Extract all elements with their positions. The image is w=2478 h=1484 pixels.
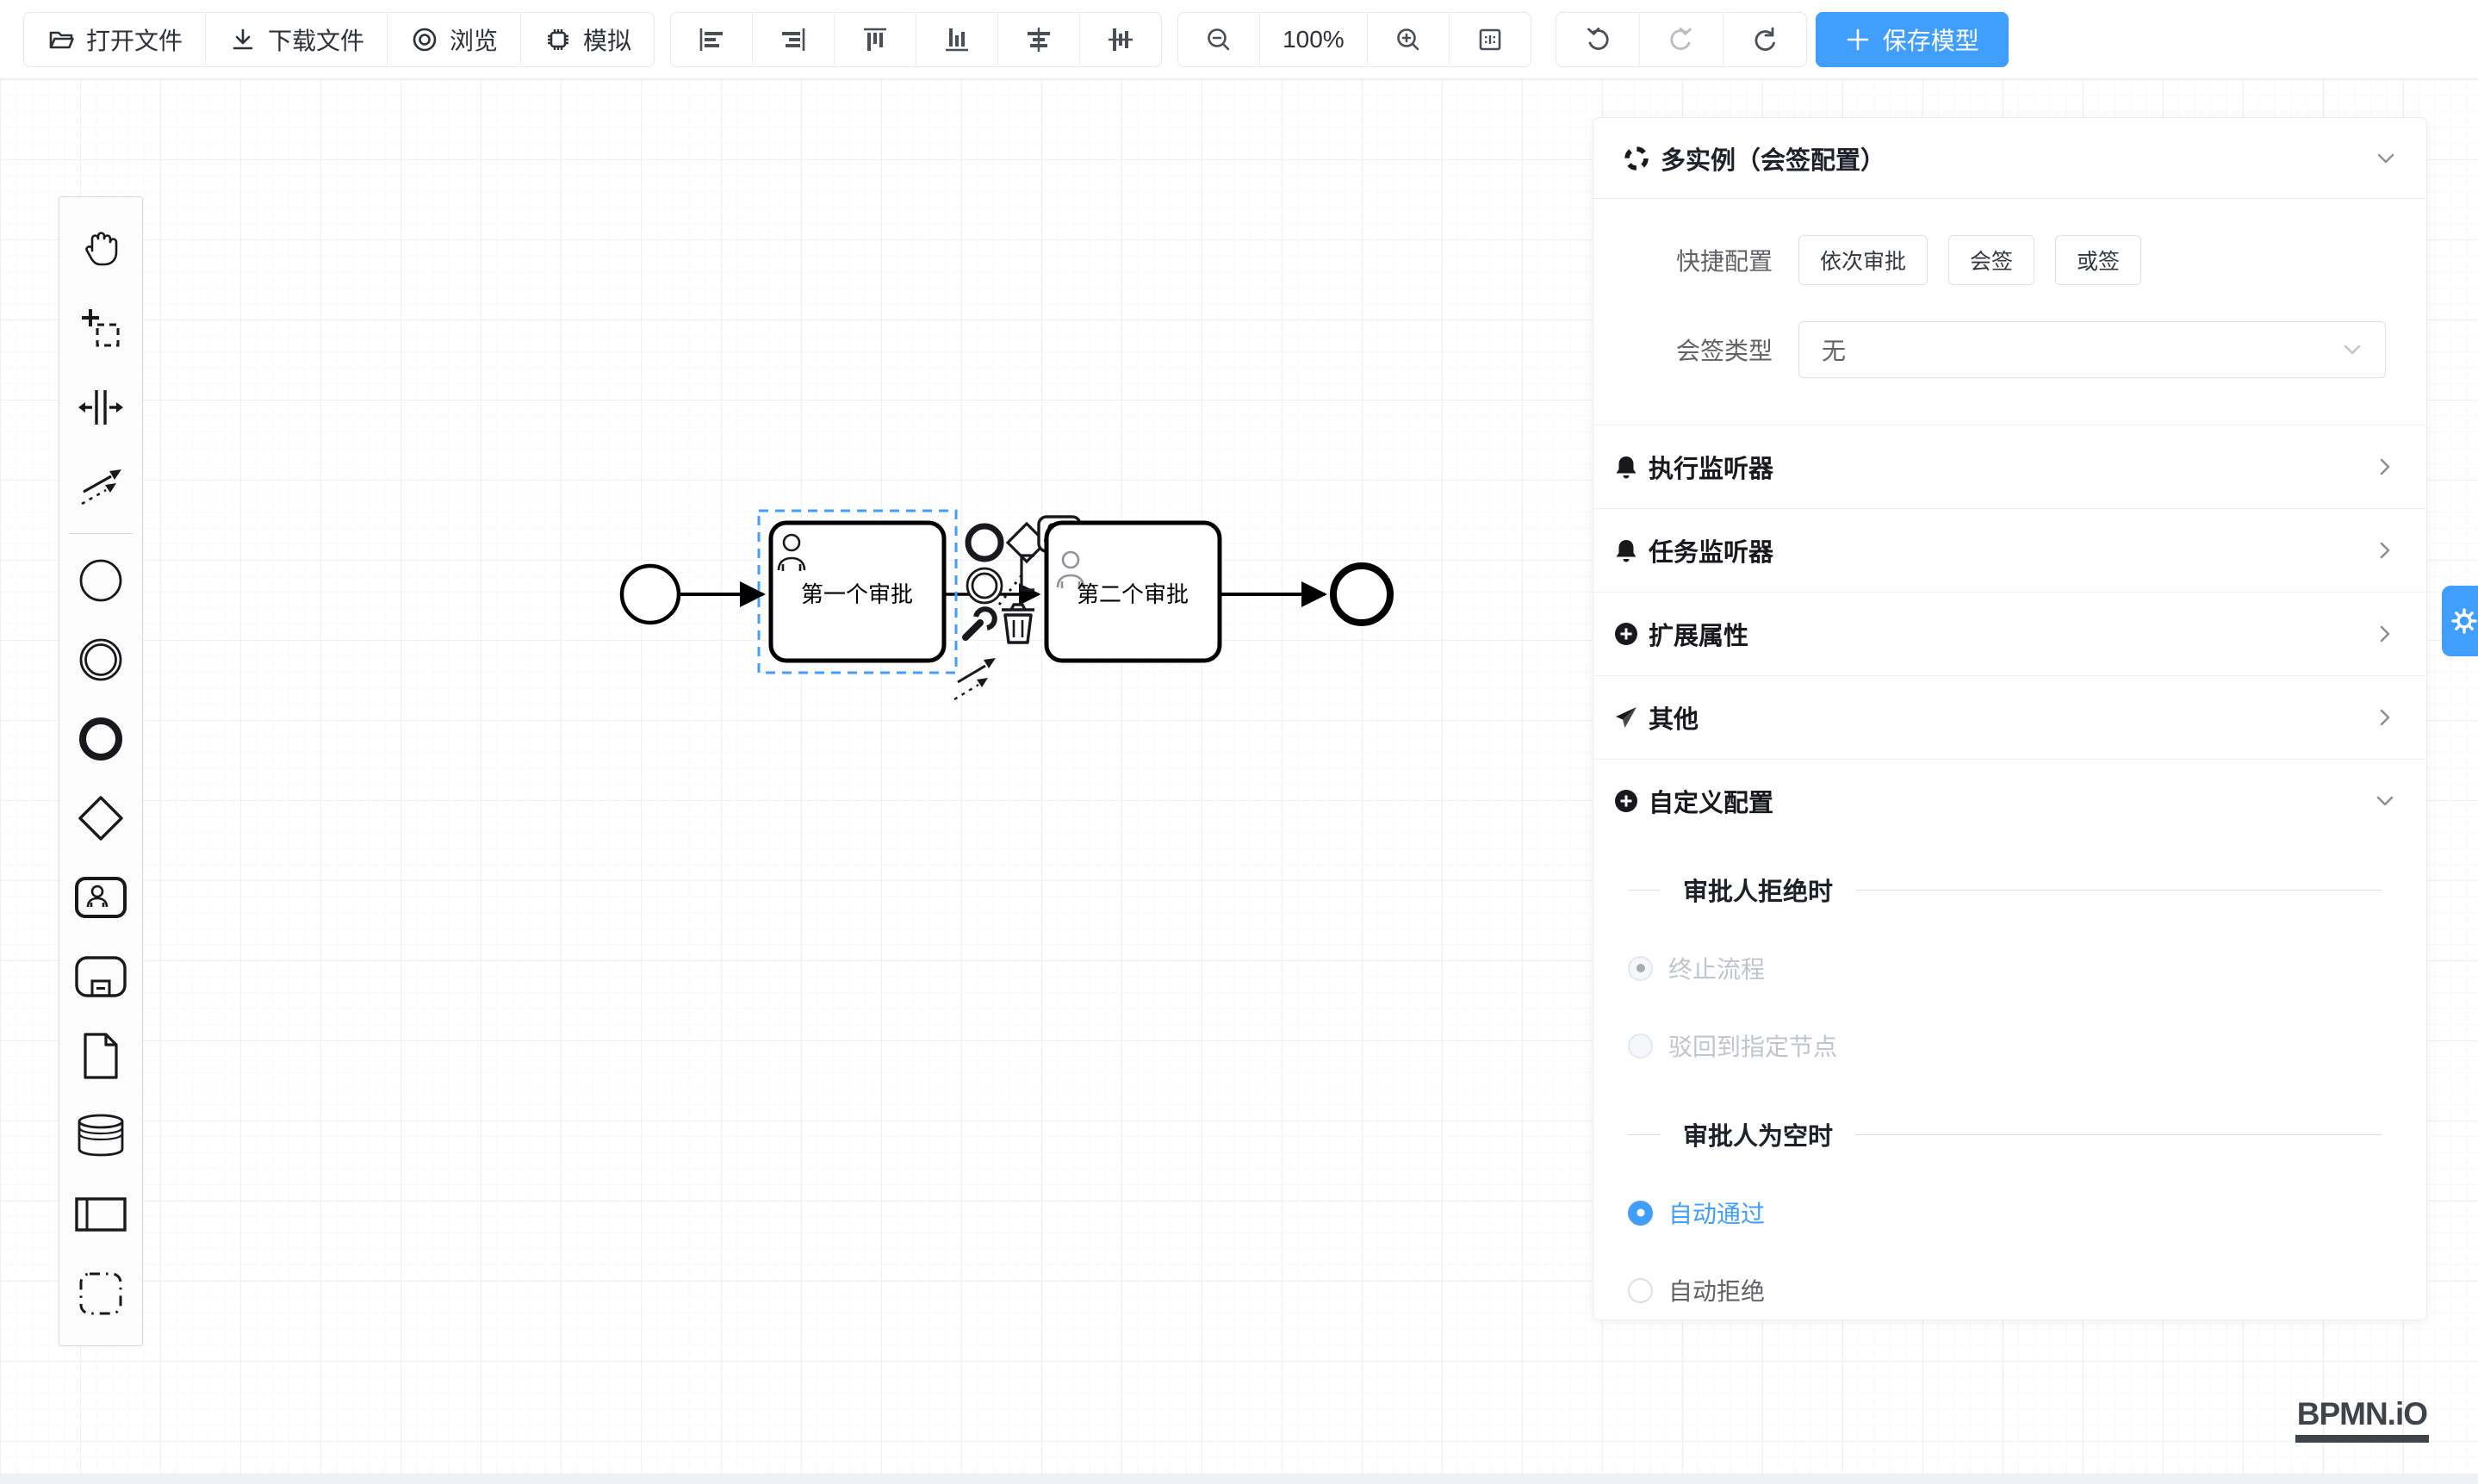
empty-divider-title: 审批人为空时 [1683, 1116, 1833, 1152]
chevron-right-icon [2375, 456, 2395, 477]
chevron-down-icon [2375, 791, 2395, 811]
plus-circle-icon [1612, 787, 1640, 815]
section-label: 其他 [1649, 699, 1699, 736]
append-text-annotation-icon[interactable] [999, 556, 1034, 605]
append-end-event-icon[interactable] [968, 526, 1001, 559]
start-event-shape[interactable] [622, 566, 679, 623]
radio-icon [1628, 1034, 1653, 1059]
radio-label: 自动拒绝 [1668, 1273, 1765, 1307]
user-task-1[interactable]: 第一个审批 [771, 523, 944, 661]
trash-icon[interactable] [1002, 605, 1034, 643]
multi-instance-icon [1623, 145, 1650, 172]
section-label: 执行监听器 [1649, 449, 1773, 485]
quick-config-buttons: 依次审批 会签 或签 [1798, 235, 2141, 285]
chevron-right-icon [2375, 540, 2395, 561]
radio-icon [1628, 956, 1653, 981]
properties-panel: 多实例（会签配置） 快捷配置 依次审批 会签 或签 会签类型 无 [1593, 117, 2427, 1320]
sign-type-label: 会签类型 [1593, 332, 1773, 367]
empty-divider: 审批人为空时 [1628, 1116, 2382, 1152]
chevron-down-icon [2342, 339, 2363, 360]
quick-config-row: 快捷配置 依次审批 会签 或签 [1593, 235, 2426, 285]
connect-tool-icon[interactable] [954, 658, 996, 699]
quick-config-label: 快捷配置 [1593, 243, 1773, 277]
chevron-down-icon [2375, 147, 2397, 170]
bpmn-editor: 打开文件 下载文件 浏览 模拟 [0, 0, 2478, 1484]
plus-circle-icon [1612, 620, 1640, 648]
section-label: 自定义配置 [1649, 783, 1773, 819]
panel-sections: 执行监听器 任务监听器 扩展属性 [1593, 425, 2426, 842]
sign-type-value: 无 [1822, 332, 1846, 367]
append-intermediate-event-icon[interactable] [967, 568, 1002, 603]
user-task-2[interactable]: 第二个审批 [1046, 523, 1220, 661]
panel-title: 多实例（会签配置） [1661, 140, 1885, 177]
section-execution-listener[interactable]: 执行监听器 [1593, 425, 2426, 508]
settings-toggle-tab[interactable] [2442, 586, 2478, 656]
radio-icon [1628, 1278, 1653, 1303]
reject-divider: 审批人拒绝时 [1628, 872, 2382, 908]
countersign-button[interactable]: 会签 [1948, 235, 2034, 285]
section-label: 任务监听器 [1649, 532, 1773, 568]
section-custom-config[interactable]: 自定义配置 [1593, 759, 2426, 842]
radio-label: 自动通过 [1668, 1195, 1765, 1230]
section-other[interactable]: 其他 [1593, 675, 2426, 759]
radio-auto-pass[interactable]: 自动通过 [1628, 1195, 2382, 1230]
radio-terminate-process[interactable]: 终止流程 [1628, 951, 2382, 985]
wrench-icon[interactable] [966, 609, 995, 637]
end-event-shape[interactable] [1333, 566, 1390, 623]
chevron-right-icon [2375, 624, 2395, 644]
radio-label: 终止流程 [1668, 951, 1765, 985]
task2-label: 第二个审批 [1077, 581, 1189, 607]
radio-icon [1628, 1201, 1653, 1226]
radio-auto-reject[interactable]: 自动拒绝 [1628, 1273, 2382, 1307]
bpmn-io-logo[interactable]: BPMN.iO [2295, 1396, 2429, 1443]
chevron-right-icon [2375, 707, 2395, 728]
section-extended-properties[interactable]: 扩展属性 [1593, 592, 2426, 675]
sign-type-row: 会签类型 无 [1593, 321, 2426, 378]
radio-label: 驳回到指定节点 [1668, 1028, 1837, 1063]
section-label: 扩展属性 [1649, 616, 1748, 652]
reject-divider-title: 审批人拒绝时 [1683, 872, 1833, 908]
panel-header[interactable]: 多实例（会签配置） [1593, 118, 2426, 199]
or-sign-button[interactable]: 或签 [2055, 235, 2141, 285]
section-task-listener[interactable]: 任务监听器 [1593, 508, 2426, 592]
radio-return-to-node[interactable]: 驳回到指定节点 [1628, 1028, 2382, 1063]
bell-icon [1612, 537, 1640, 564]
sign-type-select[interactable]: 无 [1798, 321, 2386, 378]
send-icon [1612, 704, 1640, 731]
sequential-approval-button[interactable]: 依次审批 [1798, 235, 1928, 285]
custom-config-content: 审批人拒绝时 终止流程 驳回到指定节点 审批人为空时 自动通过 自动拒绝 [1593, 842, 2426, 1320]
bell-icon [1612, 453, 1640, 481]
gear-icon [2450, 607, 2478, 635]
task1-label: 第一个审批 [801, 581, 913, 607]
